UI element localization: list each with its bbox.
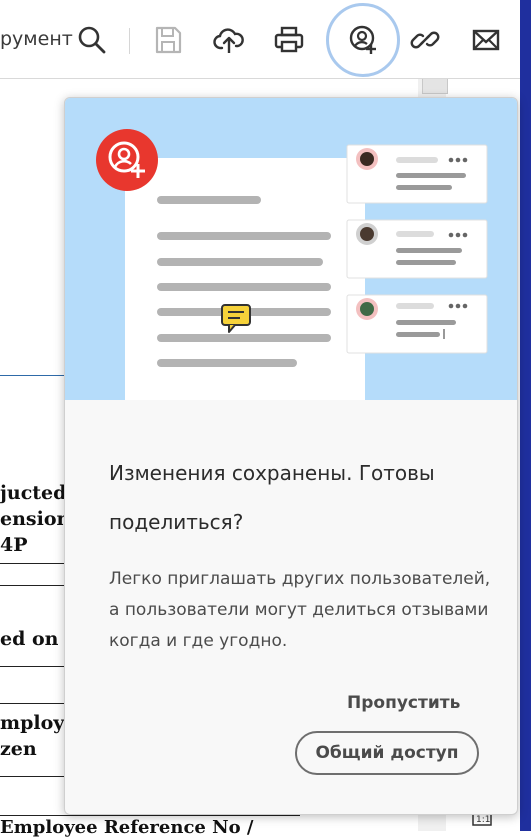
top-toolbar: румент [0, 0, 520, 79]
popover-title: Изменения сохранены. Готовы поделиться? [109, 461, 435, 534]
toolbar-divider [129, 28, 130, 54]
popover-description: Легко приглашать других пользователей, а… [109, 569, 491, 651]
doc-text-line: ed on [0, 628, 59, 650]
doc-rule [0, 375, 64, 376]
doc-rule [0, 585, 64, 586]
doc-rule [0, 776, 64, 777]
window-edge [520, 0, 531, 831]
search-icon[interactable] [76, 24, 108, 56]
share-user-badge-icon [96, 129, 158, 191]
doc-rule [0, 563, 64, 564]
avatar [356, 223, 378, 245]
doc-text-line: zen [0, 738, 37, 760]
share-onboarding-popover: Изменения сохранены. Готовы поделиться? … [64, 97, 518, 815]
doc-rule [0, 703, 64, 704]
doc-text-line: mploy [0, 712, 65, 734]
svg-text:1:1: 1:1 [476, 815, 490, 825]
doc-rule [0, 666, 64, 667]
share-button[interactable]: Общий доступ [295, 731, 479, 775]
print-icon[interactable] [273, 24, 305, 56]
save-icon[interactable] [152, 24, 184, 56]
link-icon[interactable] [409, 24, 441, 56]
tool-label[interactable]: румент [0, 28, 73, 50]
share-illustration [65, 98, 517, 400]
doc-text-line: Employee Reference No / [0, 817, 254, 838]
share-user-icon[interactable] [347, 24, 379, 56]
mail-icon[interactable] [470, 24, 502, 56]
doc-text-line: jucted [0, 482, 67, 504]
doc-text-line: 4P [0, 534, 28, 556]
upload-icon[interactable] [213, 24, 245, 56]
doc-rule [0, 815, 300, 816]
scrollbar-thumb[interactable] [422, 78, 448, 94]
avatar [356, 148, 378, 170]
skip-button[interactable]: Пропустить [347, 693, 460, 713]
avatar [356, 298, 378, 320]
